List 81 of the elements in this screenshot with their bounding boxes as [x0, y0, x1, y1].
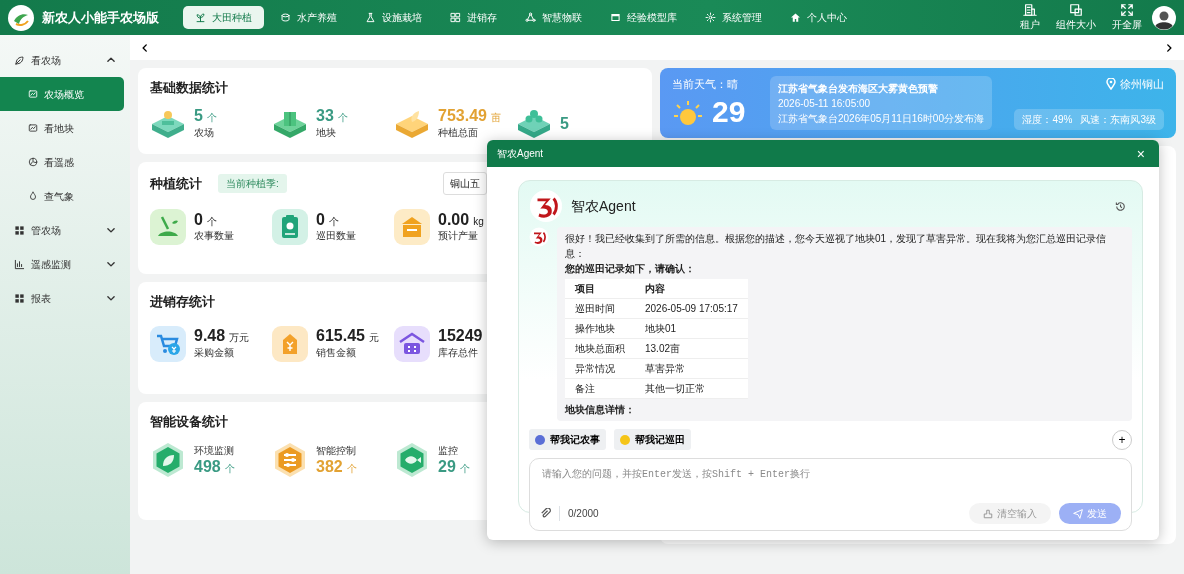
- message-text: 地块信息详情：: [565, 403, 636, 417]
- section-title: 进销存统计: [150, 293, 215, 311]
- temperature: 29: [712, 96, 746, 127]
- sidebar-group[interactable]: 报表: [0, 281, 130, 315]
- stat-value: 5 个: [194, 107, 217, 125]
- table-header: 内容: [635, 279, 748, 299]
- sidebar-item[interactable]: 农场概览: [0, 77, 124, 111]
- nav-tab[interactable]: 经验模型库: [598, 6, 689, 29]
- sidebar-group[interactable]: 管农场: [0, 213, 130, 247]
- stat-label: 农事数量: [194, 229, 234, 244]
- sidebar-item[interactable]: 看地块: [0, 111, 130, 145]
- toolbar-button[interactable]: 租户: [1014, 3, 1046, 32]
- stat-label: 农场: [194, 125, 215, 140]
- table-cell: 草害异常: [635, 358, 748, 379]
- sidebar-item[interactable]: 看遥感: [0, 145, 130, 179]
- section-title: 基础数据统计: [150, 79, 228, 97]
- dialog-title: 智农Agent: [497, 147, 544, 161]
- stat-label: 监控: [438, 444, 459, 459]
- nav-tab[interactable]: 个人中心: [778, 6, 859, 29]
- stat-value: 33 个: [316, 107, 348, 125]
- add-button[interactable]: +: [1112, 429, 1132, 450]
- stat-value: 0.00 kg: [438, 210, 484, 229]
- message-text: 您的巡田记录如下，请确认：: [565, 262, 696, 276]
- stat-value: 615.45 元: [316, 327, 379, 345]
- nav-tab[interactable]: 设施栽培: [353, 6, 434, 29]
- alert-text: 江苏省气象台2026年05月11日16时00分发布海: [778, 112, 984, 126]
- season-tag: 当前种植季:: [218, 174, 287, 193]
- stat-label: 预计产量: [438, 229, 479, 244]
- agent-name: 智农Agent: [571, 196, 636, 216]
- message-text: 很好！我已经收集到了所需的信息。根据您的描述，您今天巡视了地块01，发现了草害异常。现在我将为您汇总巡田记录信息：: [565, 232, 1108, 261]
- table-header: 项目: [565, 279, 635, 299]
- stat-value: 498 个: [194, 458, 235, 476]
- prompt-chip[interactable]: 帮我记农事: [529, 429, 606, 450]
- nav-tab[interactable]: 系统管理: [693, 6, 774, 29]
- table-cell: 地块01: [635, 318, 748, 339]
- close-button[interactable]: ×: [1132, 146, 1149, 161]
- sidebar-item[interactable]: 查气象: [0, 179, 130, 213]
- stat-label: 销售金额: [316, 345, 357, 360]
- table-cell: 巡田时间: [565, 298, 635, 319]
- nav-tab[interactable]: 进销存: [438, 6, 509, 29]
- section-title: 种植统计: [150, 174, 202, 193]
- stat-value: 15249: [438, 327, 483, 345]
- sidebar-group[interactable]: 遥感监测: [0, 247, 130, 281]
- stat-label: 环境监测: [194, 444, 235, 459]
- nav-tab[interactable]: 智慧物联: [513, 6, 594, 29]
- table-cell: 2026-05-09 17:05:17: [635, 298, 748, 319]
- table-cell: 其他一切正常: [635, 378, 748, 399]
- humidity-text: 湿度：49%: [1022, 113, 1073, 127]
- stat-label: 种植总面: [438, 125, 479, 140]
- prompt-chip[interactable]: 帮我记巡田: [614, 429, 691, 450]
- stat-value: 9.48 万元: [194, 327, 250, 345]
- stat-label: 库存总件: [438, 345, 479, 360]
- stat-value: 0 个: [316, 210, 340, 229]
- stat-value: 753.49 亩: [438, 107, 501, 125]
- section-title: 智能设备统计: [150, 413, 228, 431]
- table-cell: 备注: [565, 378, 635, 399]
- stat-value: 382 个: [316, 458, 357, 476]
- stat-value: 29 个: [438, 458, 470, 476]
- sidebar-group[interactable]: 看农场: [0, 43, 130, 77]
- alert-title: 江苏省气象台发布海区大雾黄色预警: [778, 82, 939, 96]
- stat-value: 0 个: [194, 210, 218, 229]
- stat-label: 智能控制: [316, 444, 357, 459]
- char-counter: 0/2000: [559, 506, 599, 521]
- stat-label: 巡田数量: [316, 229, 356, 244]
- nav-tab[interactable]: 水产养殖: [268, 6, 349, 29]
- alert-time: 2026-05-11 16:05:00: [778, 97, 872, 111]
- table-cell: 地块总面积: [565, 338, 635, 359]
- stat-label: 采购金额: [194, 345, 235, 360]
- nav-tab[interactable]: 大田种植: [183, 6, 264, 29]
- stat-value: 5: [560, 114, 569, 133]
- weather-label: 当前天气：晴: [672, 77, 739, 92]
- location-label: 徐州铜山: [1120, 77, 1164, 92]
- app-title: 新农人小能手农场版: [42, 8, 159, 27]
- table-cell: 13.02亩: [635, 338, 748, 359]
- region-select[interactable]: 铜山五: [442, 172, 487, 195]
- toolbar-button[interactable]: 开全屏: [1106, 3, 1148, 32]
- toolbar-button[interactable]: 组件大小: [1050, 3, 1102, 32]
- wind-text: 风速：东南风3级: [1080, 113, 1156, 127]
- table-cell: 操作地块: [565, 318, 635, 339]
- table-cell: 异常情况: [565, 358, 635, 379]
- stat-label: 地块: [316, 125, 337, 140]
